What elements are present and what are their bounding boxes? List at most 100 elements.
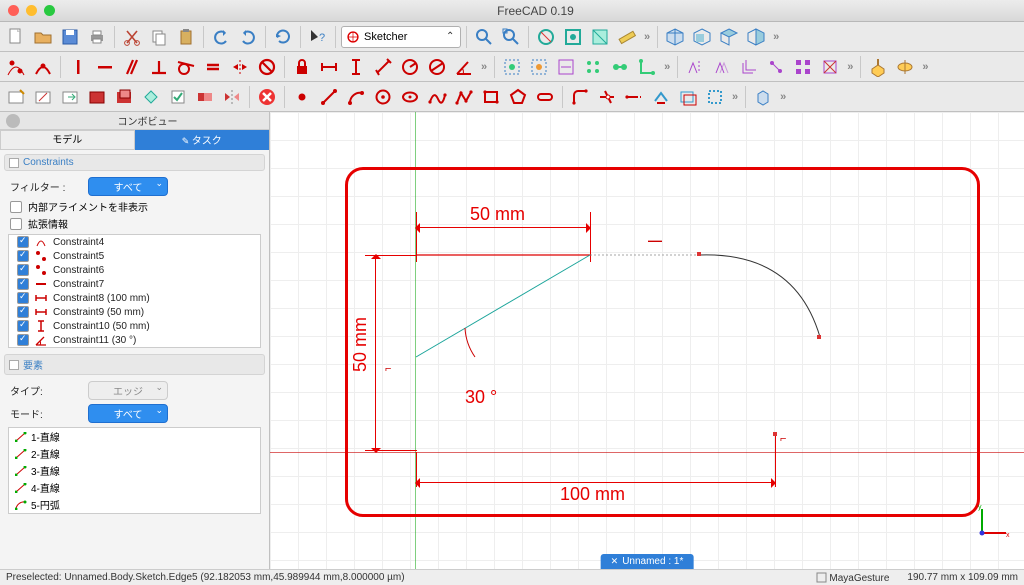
constrain-parallel-icon[interactable] bbox=[120, 55, 144, 79]
constrain-perpendicular-icon[interactable] bbox=[147, 55, 171, 79]
constrain-hdist-icon[interactable] bbox=[317, 55, 341, 79]
constrain-vdist-icon[interactable] bbox=[344, 55, 368, 79]
constrain-diameter-icon[interactable] bbox=[425, 55, 449, 79]
filter-select[interactable]: すべて bbox=[88, 177, 168, 196]
array-icon[interactable] bbox=[791, 55, 815, 79]
constraint-item[interactable]: Constraint9 (50 mm) bbox=[9, 305, 260, 319]
arc-icon[interactable] bbox=[344, 85, 368, 109]
mode-select[interactable]: すべて bbox=[88, 404, 168, 423]
mirror-icon[interactable] bbox=[220, 85, 244, 109]
overflow-1[interactable]: » bbox=[642, 31, 652, 43]
line-icon[interactable] bbox=[317, 85, 341, 109]
show-hv-icon[interactable] bbox=[635, 55, 659, 79]
constraint-item[interactable]: Constraint4 bbox=[9, 235, 260, 249]
front-view-icon[interactable] bbox=[690, 25, 714, 49]
constrain-coincident-icon[interactable] bbox=[4, 55, 28, 79]
constrain-dist-icon[interactable] bbox=[371, 55, 395, 79]
overflow-2[interactable]: » bbox=[771, 31, 781, 43]
stop-icon[interactable] bbox=[255, 85, 279, 109]
combo-close-icon[interactable] bbox=[6, 114, 20, 128]
slot-icon[interactable] bbox=[533, 85, 557, 109]
revolve-icon[interactable] bbox=[893, 55, 917, 79]
element-item[interactable]: 3-直線 bbox=[9, 462, 260, 479]
constrain-radius-icon[interactable] bbox=[398, 55, 422, 79]
select-redundant-icon[interactable] bbox=[527, 55, 551, 79]
top-view-icon[interactable] bbox=[717, 25, 741, 49]
overflow-8[interactable]: » bbox=[778, 91, 788, 103]
minimize-window[interactable] bbox=[26, 5, 37, 16]
tab-task[interactable]: タスク bbox=[135, 130, 270, 150]
constraint-item[interactable]: Constraint11 (30 °) bbox=[9, 333, 260, 347]
constraint-item[interactable]: Constraint10 (50 mm) bbox=[9, 319, 260, 333]
copy2-icon[interactable] bbox=[737, 55, 761, 79]
rectangle-icon[interactable] bbox=[479, 85, 503, 109]
construction-icon[interactable] bbox=[703, 85, 727, 109]
type-select[interactable]: エッジ bbox=[88, 381, 168, 400]
delete-constraints-icon[interactable] bbox=[818, 55, 842, 79]
element-item[interactable]: 5-円弧 bbox=[9, 496, 260, 513]
bbox-icon[interactable] bbox=[561, 25, 585, 49]
dim-angle[interactable]: 30 ° bbox=[465, 387, 497, 408]
constraints-section-header[interactable]: Constraints bbox=[4, 154, 265, 171]
leave-sketch-icon[interactable] bbox=[58, 85, 82, 109]
overflow-3[interactable]: » bbox=[479, 61, 489, 73]
select-conflicting-icon[interactable] bbox=[500, 55, 524, 79]
measure-icon[interactable] bbox=[615, 25, 639, 49]
edit-sketch-icon[interactable] bbox=[31, 85, 55, 109]
constrain-lock-icon[interactable] bbox=[290, 55, 314, 79]
constrain-block-icon[interactable] bbox=[255, 55, 279, 79]
redo-icon[interactable] bbox=[236, 25, 260, 49]
polyline-icon[interactable] bbox=[452, 85, 476, 109]
merge-icon[interactable] bbox=[193, 85, 217, 109]
undo-icon[interactable] bbox=[209, 25, 233, 49]
paste-icon[interactable] bbox=[174, 25, 198, 49]
constraint-item[interactable]: Constraint8 (100 mm) bbox=[9, 291, 260, 305]
zoom-window[interactable] bbox=[44, 5, 55, 16]
validate-icon[interactable] bbox=[166, 85, 190, 109]
point-icon[interactable] bbox=[290, 85, 314, 109]
zoom-selection-icon[interactable] bbox=[499, 25, 523, 49]
external-icon[interactable] bbox=[649, 85, 673, 109]
constrain-tangent-icon[interactable] bbox=[174, 55, 198, 79]
constraint-item[interactable]: Constraint5 bbox=[9, 249, 260, 263]
trim-icon[interactable] bbox=[595, 85, 619, 109]
extend-icon[interactable] bbox=[622, 85, 646, 109]
map-sketch-icon[interactable] bbox=[112, 85, 136, 109]
element-item[interactable]: 2-直線 bbox=[9, 445, 260, 462]
new-sketch-icon[interactable] bbox=[4, 85, 28, 109]
move-icon[interactable] bbox=[764, 55, 788, 79]
overflow-4[interactable]: » bbox=[662, 61, 672, 73]
constrain-symmetric-icon[interactable] bbox=[228, 55, 252, 79]
copy-icon[interactable] bbox=[147, 25, 171, 49]
overflow-7[interactable]: » bbox=[730, 91, 740, 103]
drawstyle-icon[interactable] bbox=[534, 25, 558, 49]
iso-view-icon[interactable] bbox=[663, 25, 687, 49]
constrain-vertical-icon[interactable] bbox=[66, 55, 90, 79]
show-constraints-icon[interactable] bbox=[554, 55, 578, 79]
circle-icon[interactable] bbox=[371, 85, 395, 109]
open-icon[interactable] bbox=[31, 25, 55, 49]
fillet-icon[interactable] bbox=[568, 85, 592, 109]
3d-view[interactable]: 50 mm 50 mm 100 mm ⌐ — bbox=[270, 112, 1024, 569]
carbon-icon[interactable] bbox=[676, 85, 700, 109]
body-icon[interactable] bbox=[751, 85, 775, 109]
tab-model[interactable]: モデル bbox=[0, 130, 135, 150]
save-icon[interactable] bbox=[58, 25, 82, 49]
close-window[interactable] bbox=[8, 5, 19, 16]
constrain-point-on-icon[interactable] bbox=[31, 55, 55, 79]
workbench-selector[interactable]: Sketcher ⌃ bbox=[341, 26, 461, 48]
constraint-item[interactable]: Constraint7 bbox=[9, 277, 260, 291]
constrain-horizontal-icon[interactable] bbox=[93, 55, 117, 79]
elements-section-header[interactable]: 要素 bbox=[4, 354, 265, 375]
ellipse-icon[interactable] bbox=[398, 85, 422, 109]
zoom-fit-icon[interactable] bbox=[472, 25, 496, 49]
polygon-icon[interactable] bbox=[506, 85, 530, 109]
cut-icon[interactable] bbox=[120, 25, 144, 49]
document-tab[interactable]: ✕ Unnamed : 1* bbox=[601, 554, 694, 569]
refresh-icon[interactable] bbox=[271, 25, 295, 49]
nav-style[interactable]: MayaGesture bbox=[816, 572, 890, 584]
constrain-angle-icon[interactable] bbox=[452, 55, 476, 79]
overflow-6[interactable]: » bbox=[920, 61, 930, 73]
extended-info-checkbox[interactable] bbox=[10, 218, 22, 230]
show-all-icon[interactable] bbox=[581, 55, 605, 79]
